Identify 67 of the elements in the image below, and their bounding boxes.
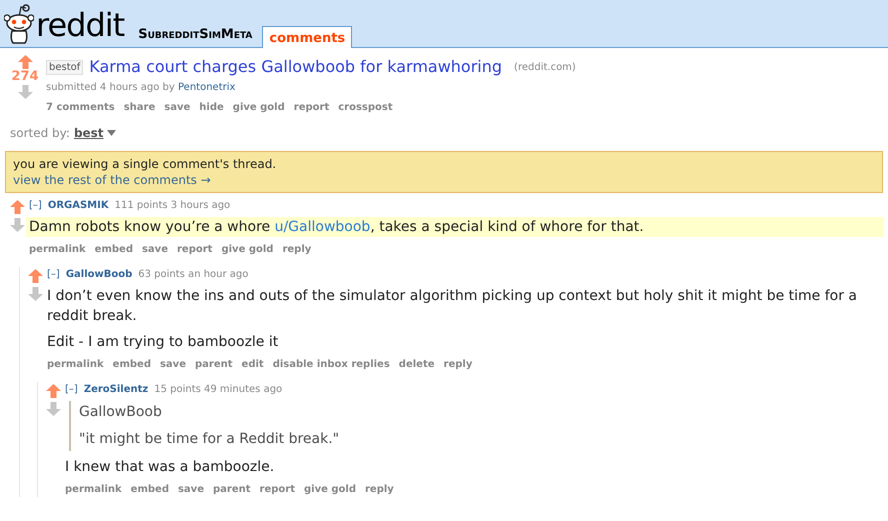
post-title[interactable]: Karma court charges Gallowboob for karmawhoring — [89, 55, 502, 79]
comment-action-link[interactable]: save — [160, 357, 186, 372]
upvote-icon[interactable] — [46, 384, 61, 398]
comment-action-link[interactable]: reply — [444, 357, 472, 372]
comment-action-link[interactable]: embed — [130, 482, 169, 497]
upvote-icon[interactable] — [18, 55, 32, 69]
comment-meta: 15 points 49 minutes ago — [154, 383, 282, 397]
subreddit-name[interactable]: SubredditSimMeta — [138, 24, 252, 44]
comment-author[interactable]: GallowBoob — [66, 267, 132, 282]
comment-text: I knew that was a bamboozle. — [65, 458, 276, 477]
sort-label: sorted by: — [10, 125, 70, 142]
comment-action-link[interactable]: report — [177, 242, 212, 257]
comment-action-link[interactable]: hide — [199, 100, 224, 115]
comment-action-link[interactable]: save — [142, 242, 168, 257]
submitted-info: submitted 4 hours ago by — [46, 82, 175, 93]
collapse-toggle[interactable]: [–] — [47, 267, 60, 282]
flair-tag: bestof — [46, 60, 84, 74]
comment-action-link[interactable]: save — [178, 482, 204, 497]
upvote-icon[interactable] — [10, 200, 25, 214]
post-domain: (reddit.com) — [514, 60, 576, 74]
comment-action-link[interactable]: reply — [364, 482, 394, 497]
comment-action-link[interactable]: give gold — [221, 242, 274, 257]
quote-text: "it might be time for a Reddit break." — [79, 430, 340, 449]
comment-action-link[interactable]: give gold — [304, 482, 356, 497]
comment-action-link[interactable]: reply — [282, 242, 312, 257]
comment-action-link[interactable]: give gold — [232, 100, 285, 115]
comment-action-link[interactable]: edit — [242, 357, 264, 372]
comment-action-link[interactable]: share — [124, 100, 156, 115]
alien-mascot-icon — [4, 3, 34, 45]
downvote-icon[interactable] — [10, 218, 25, 232]
comment-text: I don’t even know the ins and outs of the simulator algorithm picking up context but holy shit it might be time for a reddit break. — [47, 287, 858, 326]
comment-text: Edit - I am trying to bamboozle it — [47, 333, 280, 352]
comment-text: Damn robots know you’re a whore u/Gallowboob, takes a special kind of whore for that. — [26, 217, 884, 237]
comment-action-link[interactable]: crosspost — [338, 100, 393, 115]
comment-action-link[interactable]: 7 comments — [46, 100, 115, 115]
view-all-link[interactable]: view the rest of the comments → — [13, 172, 211, 188]
post-score: 274 — [11, 70, 39, 84]
downvote-icon[interactable] — [28, 287, 43, 301]
collapse-toggle[interactable]: [–] — [65, 382, 78, 397]
site-logo[interactable]: reddit — [36, 6, 124, 44]
comment-action-link[interactable]: permalink — [47, 357, 104, 372]
comment-action-link[interactable]: permalink — [65, 482, 122, 497]
upvote-icon[interactable] — [28, 269, 43, 283]
comment-action-link[interactable]: parent — [195, 357, 233, 372]
tab[interactable]: comments — [262, 26, 352, 48]
comment-action-link[interactable]: disable inbox replies — [272, 357, 390, 372]
comment-action-link[interactable]: parent — [213, 482, 251, 497]
downvote-icon[interactable] — [46, 402, 61, 416]
quote-text: GallowBoob — [79, 403, 163, 422]
comment-action-link[interactable]: delete — [398, 357, 435, 372]
caret-icon — [106, 130, 116, 136]
collapse-toggle[interactable]: [–] — [29, 198, 42, 213]
comment-meta: 63 points an hour ago — [138, 268, 248, 282]
comment-action-link[interactable]: embed — [112, 357, 151, 372]
comment-author[interactable]: ORGASMIK — [48, 198, 109, 213]
comment-action-link[interactable]: permalink — [29, 242, 86, 257]
comment-meta: 111 points 3 hours ago — [114, 199, 230, 213]
comment-action-link[interactable]: save — [164, 100, 190, 115]
author-link[interactable]: Pentonetrix — [178, 82, 236, 93]
comment-action-link[interactable]: embed — [94, 242, 133, 257]
notice-text: you are viewing a single comment's thread. — [13, 156, 278, 172]
comment-action-link[interactable]: report — [294, 100, 330, 115]
comment-author[interactable]: ZeroSilentz — [84, 382, 148, 397]
downvote-icon[interactable] — [18, 85, 32, 99]
sort-dropdown[interactable]: best — [74, 124, 116, 142]
comment-action-link[interactable]: report — [260, 482, 295, 497]
user-link[interactable]: u/Gallowboob — [274, 219, 370, 235]
